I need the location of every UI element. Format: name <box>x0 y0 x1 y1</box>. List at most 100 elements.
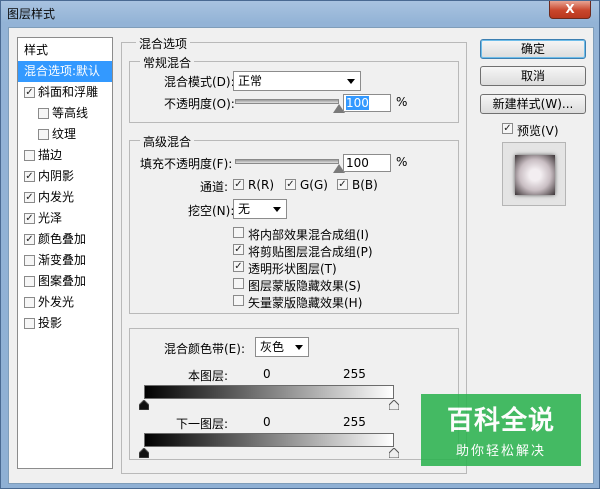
this-layer-min: 0 <box>263 367 271 381</box>
knockout-value: 无 <box>238 202 251 216</box>
this-layer-white-stop[interactable] <box>389 400 399 410</box>
underlying-layer-gradient-bar <box>144 433 394 447</box>
pattern-overlay-checkbox[interactable] <box>24 276 35 287</box>
channel-r-box[interactable]: ✓ <box>233 179 244 190</box>
blend-mode-select[interactable]: 正常 <box>233 71 361 91</box>
this-layer-max: 255 <box>343 367 366 381</box>
underlying-layer-min: 0 <box>263 415 271 429</box>
channel-r-label: R(R) <box>248 178 275 192</box>
chevron-down-icon <box>347 79 355 84</box>
general-blending-title: 常规混合 <box>140 54 195 71</box>
gradient-overlay-checkbox[interactable] <box>24 255 35 266</box>
ok-button[interactable]: 确定 <box>480 39 586 59</box>
preview-label: 预览(V) <box>517 124 559 138</box>
style-item-gradient-overlay[interactable]: 渐变叠加 <box>18 250 112 271</box>
watermark-badge: 百科全说 助你轻松解决 <box>421 394 581 466</box>
channel-b-label: B(B) <box>352 178 378 192</box>
channel-g-box[interactable]: ✓ <box>285 179 296 190</box>
close-button[interactable]: X <box>549 1 591 19</box>
channel-b-box[interactable]: ✓ <box>337 179 348 190</box>
blend-if-select[interactable]: 灰色 <box>255 337 309 357</box>
option-box[interactable] <box>233 278 244 289</box>
fill-opacity-unit: % <box>396 155 408 169</box>
style-item-label: 内阴影 <box>38 169 75 183</box>
this-layer-black-stop[interactable] <box>139 400 149 410</box>
style-item-label: 描边 <box>38 148 63 162</box>
cancel-button[interactable]: 取消 <box>480 66 586 86</box>
style-item-satin[interactable]: ✓ 光泽 <box>18 208 112 229</box>
style-preview-thumbnail <box>502 142 566 206</box>
general-blending-group: 常规混合 混合模式(D): 正常 不透明度(O): 100 % <box>129 54 459 123</box>
blend-if-value: 灰色 <box>260 340 285 354</box>
fill-opacity-value: 100 <box>346 156 369 170</box>
fill-opacity-label: 填充不透明度(F): <box>140 157 233 171</box>
style-list-header-label: 样式 <box>24 43 49 57</box>
style-item-label: 颜色叠加 <box>38 232 87 246</box>
color-overlay-checkbox[interactable]: ✓ <box>24 234 35 245</box>
option-label: 透明形状图层(T) <box>248 262 337 276</box>
fill-opacity-input[interactable]: 100 <box>343 154 391 172</box>
channel-g-label: G(G) <box>300 178 328 192</box>
underlying-layer-label: 下一图层: <box>176 417 229 431</box>
option-label: 将内部效果混合成组(I) <box>248 228 369 242</box>
knockout-select[interactable]: 无 <box>233 199 287 219</box>
opacity-slider[interactable] <box>235 99 339 104</box>
stroke-checkbox[interactable] <box>24 150 35 161</box>
inner-glow-checkbox[interactable]: ✓ <box>24 192 35 203</box>
style-item-label: 图案叠加 <box>38 274 87 288</box>
blend-if-label: 混合颜色带(E): <box>164 342 245 356</box>
chevron-down-icon <box>273 207 281 212</box>
style-item-outer-glow[interactable]: 外发光 <box>18 292 112 313</box>
underlying-layer-max: 255 <box>343 415 366 429</box>
style-item-drop-shadow[interactable]: 投影 <box>18 313 112 334</box>
style-item-stroke[interactable]: 描边 <box>18 145 112 166</box>
inner-shadow-checkbox[interactable]: ✓ <box>24 171 35 182</box>
satin-checkbox[interactable]: ✓ <box>24 213 35 224</box>
style-item-inner-glow[interactable]: ✓ 内发光 <box>18 187 112 208</box>
texture-checkbox[interactable] <box>38 129 49 140</box>
style-item-inner-shadow[interactable]: ✓ 内阴影 <box>18 166 112 187</box>
knockout-label: 挖空(N): <box>188 204 235 218</box>
underlying-layer-white-stop[interactable] <box>389 448 399 458</box>
advanced-blending-title: 高级混合 <box>140 133 195 150</box>
option-box[interactable] <box>233 227 244 238</box>
drop-shadow-checkbox[interactable] <box>24 318 35 329</box>
contour-checkbox[interactable] <box>38 108 49 119</box>
blend-mode-value: 正常 <box>238 74 263 88</box>
preview-box[interactable]: ✓ <box>502 123 513 134</box>
option-label: 将剪贴图层混合成组(P) <box>248 245 373 259</box>
blend-mode-label: 混合模式(D): <box>164 75 235 89</box>
style-item-label: 内发光 <box>38 190 75 204</box>
outer-glow-checkbox[interactable] <box>24 297 35 308</box>
style-list: 样式 混合选项:默认 ✓ 斜面和浮雕 等高线 纹理 描边 ✓ 内阴影 ✓ 内发光… <box>17 37 113 469</box>
opacity-input[interactable]: 100 <box>343 94 391 112</box>
fill-opacity-slider[interactable] <box>235 159 339 164</box>
underlying-layer-black-stop[interactable] <box>139 448 149 458</box>
style-preview-swatch <box>515 155 555 195</box>
this-layer-label: 本图层: <box>188 369 229 383</box>
style-item-label: 斜面和浮雕 <box>38 85 99 99</box>
option-box[interactable] <box>233 295 244 306</box>
title-bar[interactable]: 图层样式 X <box>1 1 599 26</box>
opacity-value: 100 <box>346 96 369 110</box>
style-item-texture[interactable]: 纹理 <box>18 124 112 145</box>
style-list-header[interactable]: 样式 <box>18 40 112 61</box>
watermark-sub-text: 助你轻松解决 <box>455 444 546 459</box>
style-item-pattern-overlay[interactable]: 图案叠加 <box>18 271 112 292</box>
advanced-blending-group: 高级混合 填充不透明度(F): 100 % 通道: ✓ R(R) ✓ G(G) <box>129 133 459 314</box>
bevel-emboss-checkbox[interactable]: ✓ <box>24 87 35 98</box>
new-style-button[interactable]: 新建样式(W)... <box>480 94 586 114</box>
style-item-label: 外发光 <box>38 295 75 309</box>
style-item-label: 投影 <box>38 316 63 330</box>
style-item-bevel-emboss[interactable]: ✓ 斜面和浮雕 <box>18 82 112 103</box>
option-label: 矢量蒙版隐藏效果(H) <box>248 296 363 310</box>
style-item-label: 等高线 <box>52 106 89 120</box>
style-item-label: 纹理 <box>52 127 77 141</box>
opacity-unit: % <box>396 95 408 109</box>
style-item-blending-options[interactable]: 混合选项:默认 <box>18 61 112 82</box>
option-box[interactable]: ✓ <box>233 261 244 272</box>
style-item-color-overlay[interactable]: ✓ 颜色叠加 <box>18 229 112 250</box>
blend-if-group: 混合颜色带(E): 灰色 本图层: 0 255 下一图层: 0 255 <box>129 328 459 460</box>
option-box[interactable]: ✓ <box>233 244 244 255</box>
style-item-contour[interactable]: 等高线 <box>18 103 112 124</box>
